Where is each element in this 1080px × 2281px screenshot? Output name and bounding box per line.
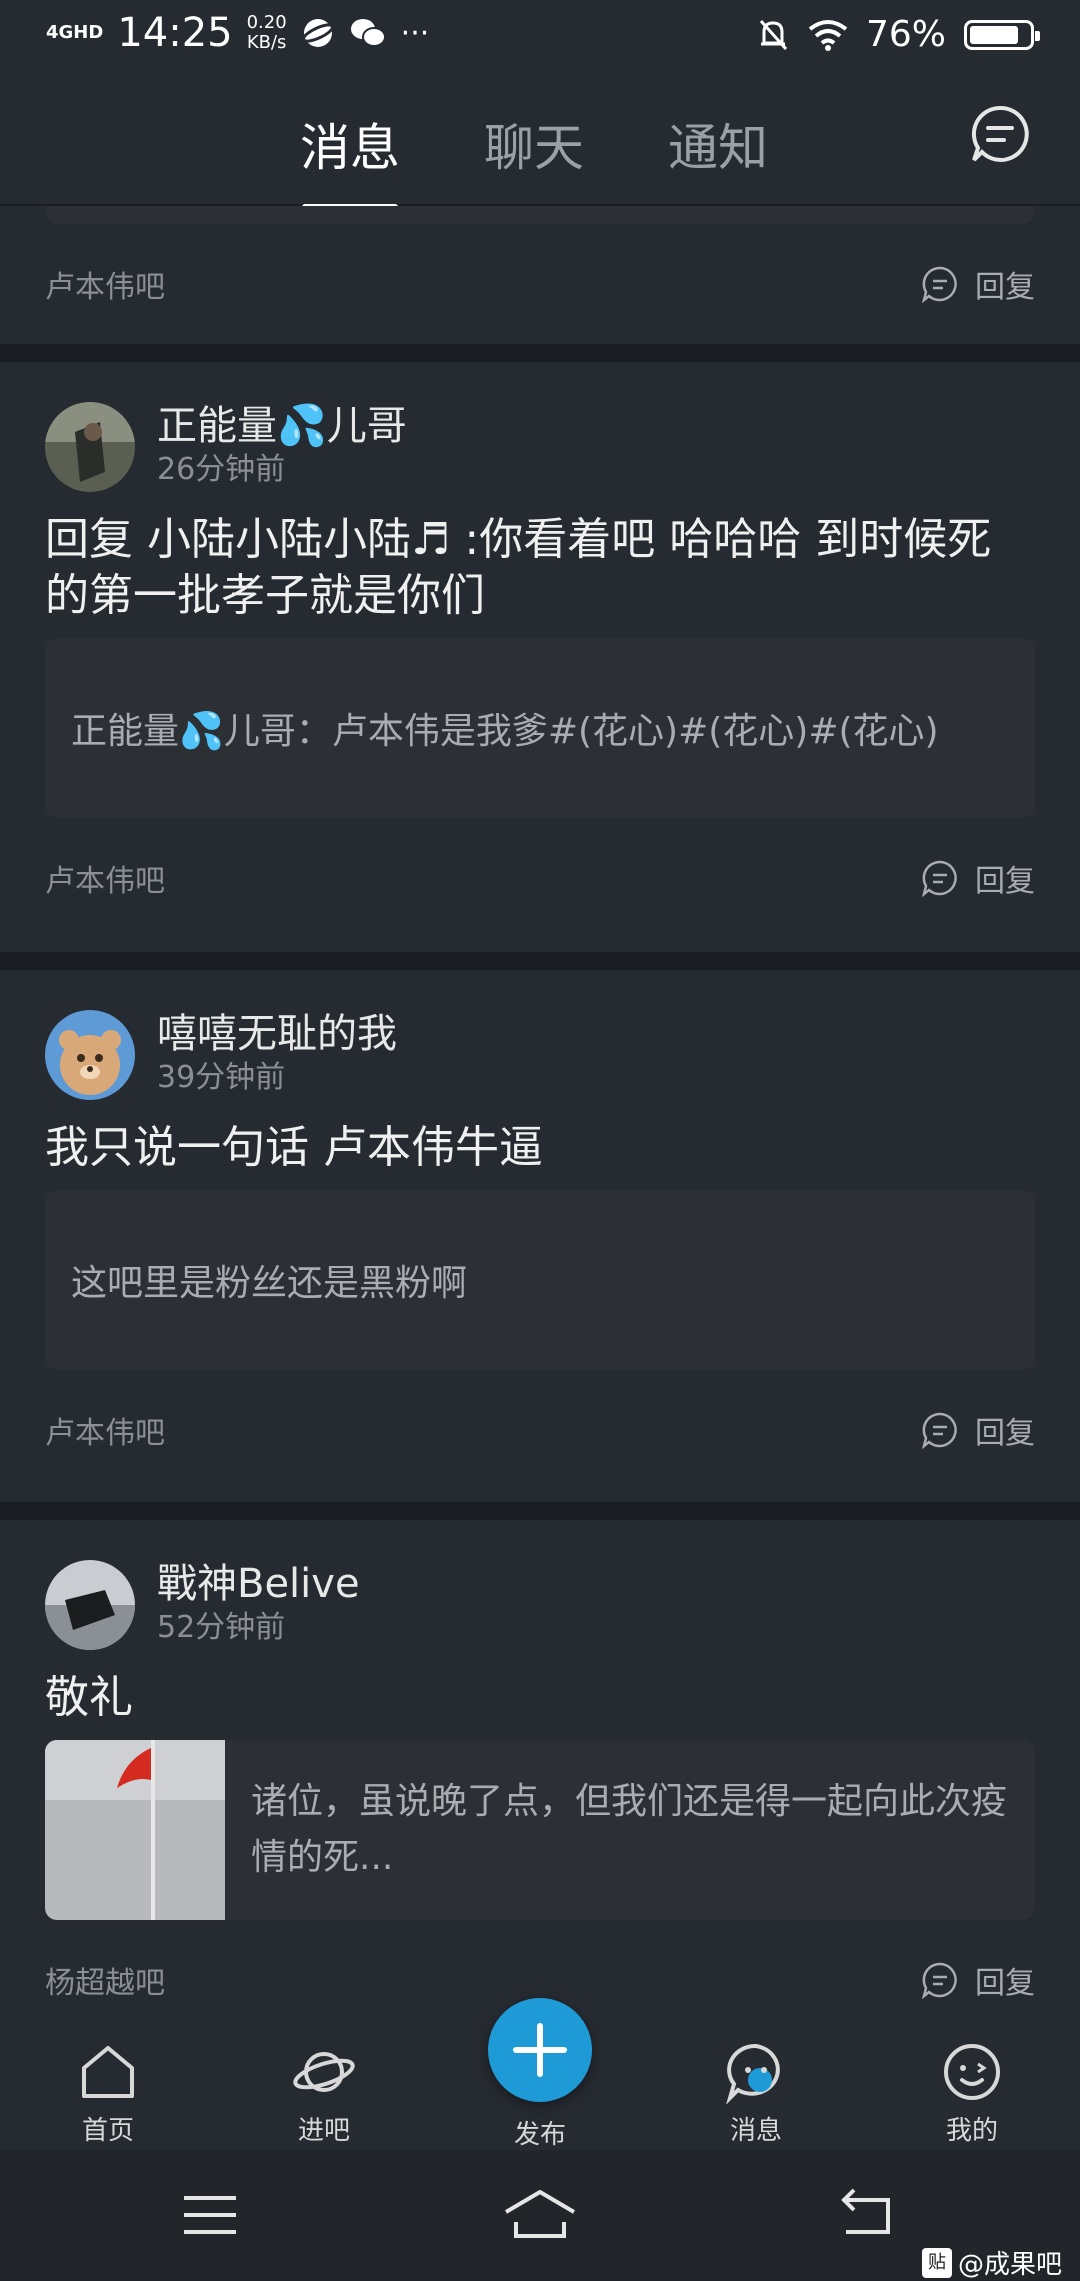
chat-bubble-icon[interactable] (970, 104, 1030, 164)
battery-percent: 76% (865, 14, 946, 55)
forum-name[interactable]: 卢本伟吧 (45, 856, 165, 900)
wifi-icon (808, 19, 848, 51)
message-icon (726, 2043, 780, 2104)
nav-forums-label: 进吧 (297, 2116, 350, 2146)
post-time: 39分钟前 (157, 1060, 286, 1095)
nav-forums[interactable]: 进吧 (254, 2040, 394, 2147)
post-text[interactable]: 回复 小陆小陆小陆♬ :你看着吧 哈哈哈 到时候死的第一批孝子就是你们 (0, 492, 1080, 638)
nav-profile-label: 我的 (945, 2116, 998, 2146)
network-speed: 0.20 KB/s (247, 13, 287, 53)
avatar[interactable] (45, 1010, 135, 1100)
back-icon[interactable] (836, 2186, 900, 2242)
reply-icon (921, 1962, 957, 1999)
reply-icon (921, 1412, 957, 1449)
reply-label: 回复 (975, 1416, 1035, 1451)
quote-box[interactable]: 正能量💦儿哥：卢本伟是我爹#(花心)#(花心)#(花心) (45, 638, 1035, 818)
publish-button[interactable] (488, 1998, 592, 2102)
status-time: 14:25 (117, 10, 233, 56)
reply-button[interactable]: 回复 (921, 1958, 1035, 2002)
tieba-badge: 贴 (921, 2247, 952, 2278)
quote-text: 正能量💦儿哥：卢本伟是我爹#(花心)#(花心)#(花心) (71, 711, 939, 752)
list-item[interactable]: 正能量💦儿哥 26分钟前 回复 小陆小陆小陆♬ :你看着吧 哈哈哈 到时候死的第… (0, 362, 1080, 952)
message-feed[interactable]: 卢本伟吧 回复 正能量💦儿哥 26分钟前 回复 小陆小陆小陆♬ :你看着吧 哈哈… (0, 206, 1080, 2080)
nav-profile[interactable]: 我的 (902, 2040, 1042, 2147)
quote-box (45, 206, 1035, 224)
nav-publish-label: 发布 (513, 2120, 566, 2150)
status-bar: 4GHD 14:25 0.20 KB/s ··· 76% (0, 0, 1080, 72)
post-text[interactable]: 我只说一句话 卢本伟牛逼 (0, 1100, 1080, 1190)
header-tabs: 消息 聊天 通知 (300, 108, 768, 210)
post-text[interactable]: 敬礼 (0, 1650, 1080, 1740)
tab-notifications[interactable]: 通知 (668, 108, 768, 210)
system-navigation-bar: 贴 @成果吧 (0, 2150, 1080, 2280)
nav-messages-label: 消息 (729, 2116, 782, 2146)
user-name[interactable]: 嘻嘻无耻的我 (157, 1010, 397, 1058)
reply-icon (921, 266, 957, 303)
reply-label: 回复 (975, 270, 1035, 305)
planet-icon (293, 2052, 355, 2092)
flag-thumbnail (45, 1740, 225, 1920)
home-icon (82, 2046, 134, 2098)
home-button-icon[interactable] (500, 2186, 580, 2242)
reply-icon (921, 860, 957, 897)
battery-icon (964, 19, 1040, 50)
forum-name[interactable]: 卢本伟吧 (45, 1408, 165, 1452)
watermark: 贴 @成果吧 (921, 2244, 1062, 2281)
quote-box[interactable]: 诸位，虽说晚了点，但我们还是得一起向此次疫情的死... (45, 1740, 1035, 1920)
forum-name[interactable]: 卢本伟吧 (45, 262, 165, 306)
network-speed-unit: KB/s (246, 32, 287, 53)
watermark-text: @成果吧 (957, 2250, 1062, 2280)
plus-icon (513, 2023, 567, 2077)
list-item[interactable]: 嘻嘻无耻的我 39分钟前 我只说一句话 卢本伟牛逼 这吧里是粉丝还是黑粉啊 卢本… (0, 970, 1080, 1502)
nav-home-label: 首页 (81, 2116, 134, 2146)
nav-home[interactable]: 首页 (38, 2040, 178, 2147)
menu-icon[interactable] (180, 2190, 240, 2240)
browser-icon (301, 19, 334, 47)
post-time: 26分钟前 (157, 452, 286, 487)
user-name[interactable]: 戰神Belive (157, 1560, 360, 1608)
silent-bell-icon (759, 19, 788, 50)
list-item[interactable]: 卢本伟吧 回复 (0, 206, 1080, 344)
reply-button[interactable]: 回复 (921, 856, 1035, 900)
divider (0, 1502, 1080, 1520)
more-notifications-icon: ··· (400, 15, 430, 51)
quote-box[interactable]: 这吧里是粉丝还是黑粉啊 (45, 1190, 1035, 1370)
post-time: 52分钟前 (157, 1610, 286, 1645)
reply-button[interactable]: 回复 (921, 1408, 1035, 1452)
network-indicator: 4GHD (46, 22, 104, 43)
bottom-navigation: 首页 进吧 发布 消息 我的 (0, 1998, 1080, 2150)
tab-chat[interactable]: 聊天 (484, 108, 584, 210)
reply-label: 回复 (975, 1966, 1035, 2001)
reply-button[interactable]: 回复 (921, 262, 1035, 306)
avatar[interactable] (45, 1560, 135, 1650)
avatar[interactable] (45, 402, 135, 492)
forum-name[interactable]: 杨超越吧 (45, 1958, 165, 2002)
reply-label: 回复 (975, 864, 1035, 899)
divider (0, 344, 1080, 362)
divider (0, 952, 1080, 970)
profile-icon (944, 2044, 1000, 2100)
tab-messages[interactable]: 消息 (300, 108, 400, 210)
list-item[interactable]: 戰神Belive 52分钟前 敬礼 诸位，虽说晚了点，但我们还是得一起向此次疫情… (0, 1520, 1080, 2080)
network-speed-value: 0.20 (246, 12, 287, 33)
nav-messages[interactable]: 消息 (686, 2040, 826, 2147)
quote-text: 诸位，虽说晚了点，但我们还是得一起向此次疫情的死... (251, 1781, 1008, 1878)
quote-text: 这吧里是粉丝还是黑粉啊 (71, 1263, 468, 1304)
user-name[interactable]: 正能量💦儿哥 (157, 402, 407, 450)
message-header: 消息 聊天 通知 (0, 72, 1080, 210)
wechat-icon (350, 19, 386, 47)
